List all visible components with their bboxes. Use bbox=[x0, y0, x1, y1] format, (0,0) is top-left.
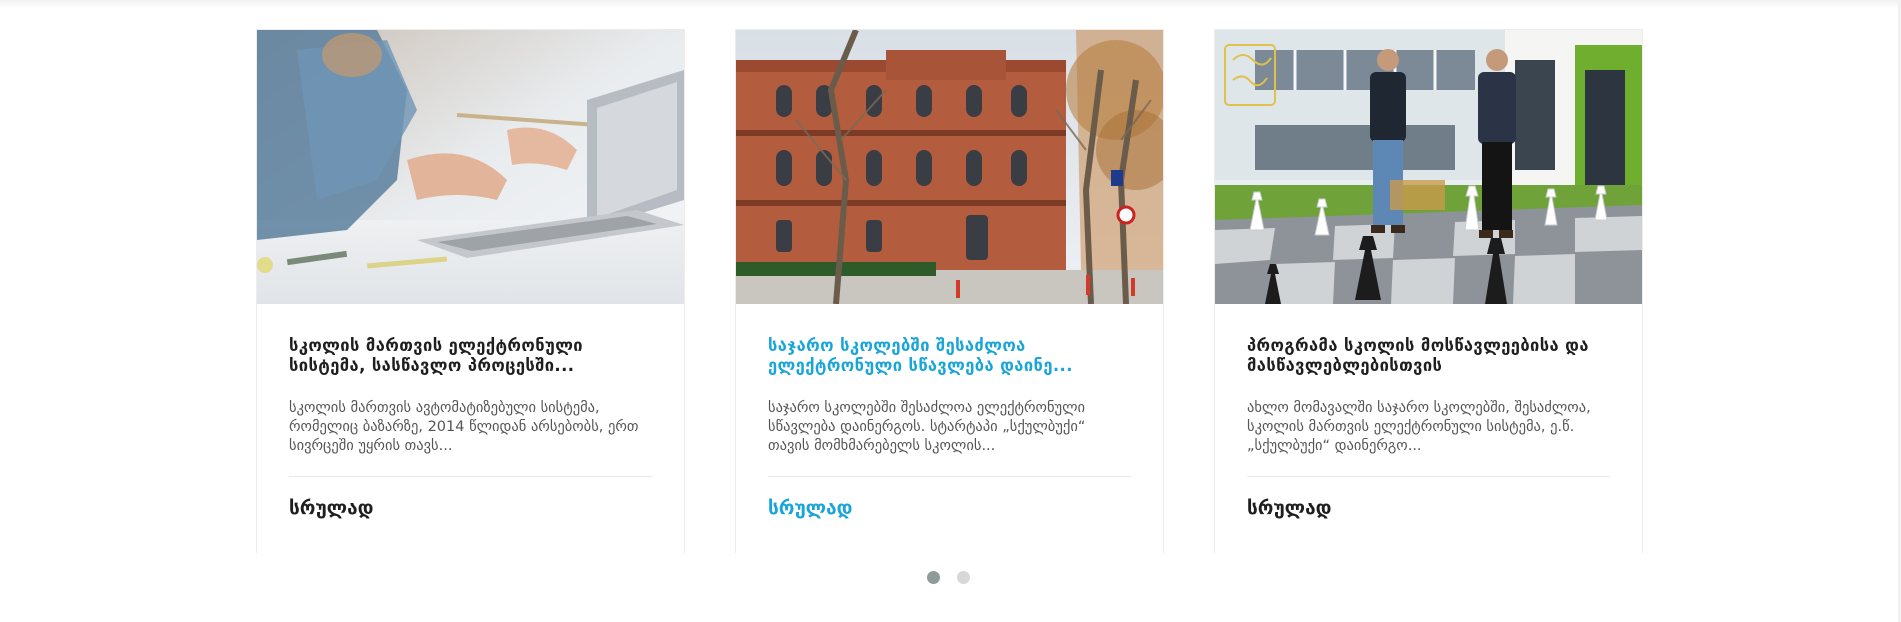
card-divider bbox=[289, 476, 652, 477]
card-title[interactable]: პროგრამა სკოლის მოსწავლეებისა და მასწავლ… bbox=[1247, 336, 1610, 376]
carousel-dot-2[interactable] bbox=[957, 571, 970, 584]
card-excerpt: ახლო მომავალში საჯარო სკოლებში, შესაძლოა… bbox=[1247, 400, 1591, 454]
read-more-link[interactable]: სრულად bbox=[1247, 497, 1331, 519]
read-more-link[interactable]: სრულად bbox=[289, 497, 373, 519]
read-more-link[interactable]: სრულად bbox=[768, 497, 852, 519]
card-image-school[interactable] bbox=[736, 30, 1163, 304]
news-card: სკოლის მართვის ელექტრონული სისტემა, სასწ… bbox=[256, 29, 685, 553]
news-carousel: სკოლის მართვის ელექტრონული სისტემა, სასწ… bbox=[256, 29, 1644, 553]
news-card: პროგრამა სკოლის მოსწავლეებისა და მასწავლ… bbox=[1214, 29, 1643, 553]
card-title[interactable]: სკოლის მართვის ელექტრონული სისტემა, სასწ… bbox=[289, 336, 652, 376]
card-image-laptop[interactable] bbox=[257, 30, 684, 304]
card-divider bbox=[1247, 476, 1610, 477]
card-image-chess[interactable] bbox=[1215, 30, 1642, 304]
card-excerpt: საჯარო სკოლებში შესაძლოა ელექტრონული სწა… bbox=[768, 400, 1086, 454]
top-shadow bbox=[0, 0, 1901, 8]
chess-founders-photo bbox=[1215, 30, 1642, 304]
card-divider bbox=[768, 476, 1131, 477]
card-excerpt: სკოლის მართვის ავტომატიზებული სისტემა, რ… bbox=[289, 400, 639, 454]
card-title[interactable]: საჯარო სკოლებში შესაძლოა ელექტრონული სწა… bbox=[768, 336, 1131, 376]
school-building-photo bbox=[736, 30, 1163, 304]
carousel-dot-1[interactable] bbox=[927, 571, 940, 584]
carousel-pagination bbox=[927, 571, 970, 584]
laptop-work-photo bbox=[257, 30, 684, 304]
news-card: საჯარო სკოლებში შესაძლოა ელექტრონული სწა… bbox=[735, 29, 1164, 553]
